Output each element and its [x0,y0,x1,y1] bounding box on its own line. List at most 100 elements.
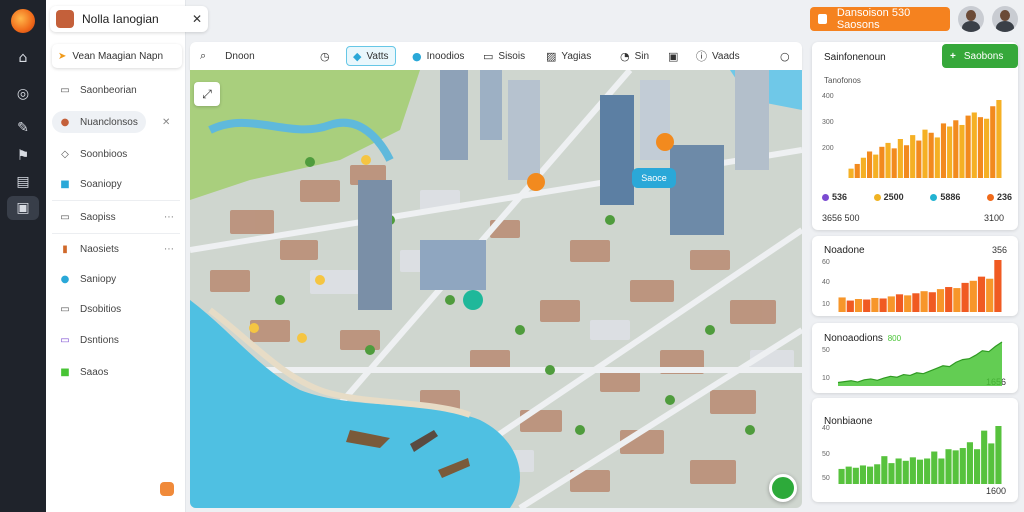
flag-icon[interactable]: ⚑ [13,146,33,166]
green-area-chart: 50 10 [822,341,1003,386]
chart-bar [904,295,912,312]
sidebar-item-7[interactable]: ▭ Dsobitios [52,298,180,320]
chart-bar [936,289,945,312]
pen-icon[interactable]: ✎ [13,118,33,138]
bookmark-icon[interactable]: ▣ [668,46,683,66]
users-icon: ▭ [60,334,70,346]
toolbar-item-4[interactable]: ▭ Sisois [483,46,525,66]
toolbar-item-3[interactable]: ● Inoodios [412,46,464,66]
user-avatar-1[interactable] [958,6,984,32]
legend-item: 536 [822,192,847,202]
close-icon[interactable]: ✕ [162,111,178,133]
y-tick: 400 [822,93,834,100]
chart-bar [959,448,966,484]
folder-icon: ▭ [60,211,70,223]
sidebar-item-0[interactable]: ▭ Saonbeorian [52,79,180,101]
chart-bar [924,458,931,484]
chart-bar [871,297,879,312]
sidebar-item-8[interactable]: ▭ Dsntions [52,329,180,351]
search-icon[interactable]: ○ [780,46,795,66]
app-tab[interactable]: Nolla Ianogian ✕ [50,6,208,32]
y-tick: 50 [822,347,830,354]
building-icon: ▮ [62,243,68,255]
chart-bar [879,146,885,178]
toolbar-item-2[interactable]: ◆ Vatts [346,46,396,66]
map-label-tag[interactable]: Saoce [632,168,676,188]
chart-bar [981,430,988,484]
user-avatar-2[interactable] [992,6,1018,32]
sidebar-item-1[interactable]: ● Nuanclonsos [52,111,146,133]
sidebar-search[interactable]: ➤ Vean Maagian Napn [52,44,182,68]
toolbar-item-label: Inoodios [426,50,465,62]
app-favicon [56,10,74,28]
primary-cta-button[interactable]: Dansoison 530 Saosons [810,7,950,31]
chat-icon[interactable]: ▣ [7,196,39,220]
chart-bar [947,126,953,178]
toolbar-item-8[interactable]: ⓘ Vaads [696,46,740,66]
toolbar-item-0[interactable]: ⌕ Dnoon [200,46,255,66]
chart-bar [973,449,981,484]
chart-bar [994,260,1002,312]
info-icon: ⓘ [696,50,707,63]
add-button[interactable]: + Saobons [942,44,1018,68]
sidebar-search-label: Vean Maagian Napn [72,50,164,62]
chart-bar [920,291,928,312]
chart-bar [971,112,977,178]
divider [52,233,180,234]
home-icon[interactable]: ⌂ [13,48,33,68]
y-tick: 40 [822,279,830,286]
toolbar-item-label: Vatts [366,50,389,62]
close-icon[interactable]: ✕ [192,12,202,26]
more-icon[interactable]: ⋯ [164,244,174,255]
toolbar-item-6[interactable]: ◔ Sin [620,46,649,66]
chart-bar [945,287,953,312]
clock-icon[interactable]: ◷ [320,46,335,66]
chat-bubble-icon[interactable] [160,482,174,496]
app-tab-title: Nolla Ianogian [82,12,159,26]
y-tick: 10 [822,301,830,308]
chart-bar [990,106,996,178]
chart-bar [885,142,891,178]
chart-bar [996,100,1002,178]
toolbar-item-5[interactable]: ▨ Yagias [546,46,591,66]
location-button[interactable] [769,474,797,502]
y-tick: 40 [822,425,830,432]
sidebar-item-4[interactable]: ▭ Saopiss ⋯ [52,206,180,228]
green-bar-chart: 40 50 50 [822,425,1002,484]
chart-bar [959,124,965,178]
sidebar-item-9[interactable]: ■ Saaos [52,361,180,383]
chart-bar [916,140,922,178]
circle-icon[interactable]: ◎ [13,84,33,104]
sidebar-item-label: Dsobitios [80,303,122,315]
toolbar-item-label: Vaads [712,50,740,62]
legend-item: 236 [986,192,1012,202]
summary-subtitle: Tanofonos [824,76,861,85]
city-map[interactable] [190,70,802,508]
sidebar-item-2[interactable]: ◇ Soonbioos [52,143,180,165]
chart-bar [928,132,934,178]
sidebar-item-6[interactable]: ● Saniopy [52,268,180,290]
chart-bar [887,296,895,312]
chart-bar [953,120,959,178]
chart-area [838,342,1002,386]
chart-bar [940,123,947,178]
sidebar-item-3[interactable]: ■ Soaniopy [52,173,180,195]
chart-bar [838,297,846,312]
expand-map-button[interactable]: ⤢ [194,82,220,106]
app-logo[interactable] [11,9,35,33]
green2-value: 1600 [986,486,1007,496]
chart-bar [867,466,874,484]
chart-bar [945,449,952,484]
more-icon[interactable]: ⋯ [164,212,174,223]
grid-icon[interactable]: ▤ [13,172,33,192]
chart-bar [854,163,860,178]
leaf-icon: ■ [60,366,70,378]
arrow-icon: ➤ [58,50,67,62]
chart-bar [986,278,994,312]
chart-bar [922,129,928,178]
orange-chart: 60 40 10 [822,259,1002,312]
map-toolbar: ⌕ Dnoon ◷ ◆ Vatts ● Inoodios ▭ Sisois ▨ … [190,42,802,70]
sidebar-item-5[interactable]: ▮ Naosiets ⋯ [52,238,180,260]
chart-bar [895,458,902,484]
chart-bar [916,459,924,484]
